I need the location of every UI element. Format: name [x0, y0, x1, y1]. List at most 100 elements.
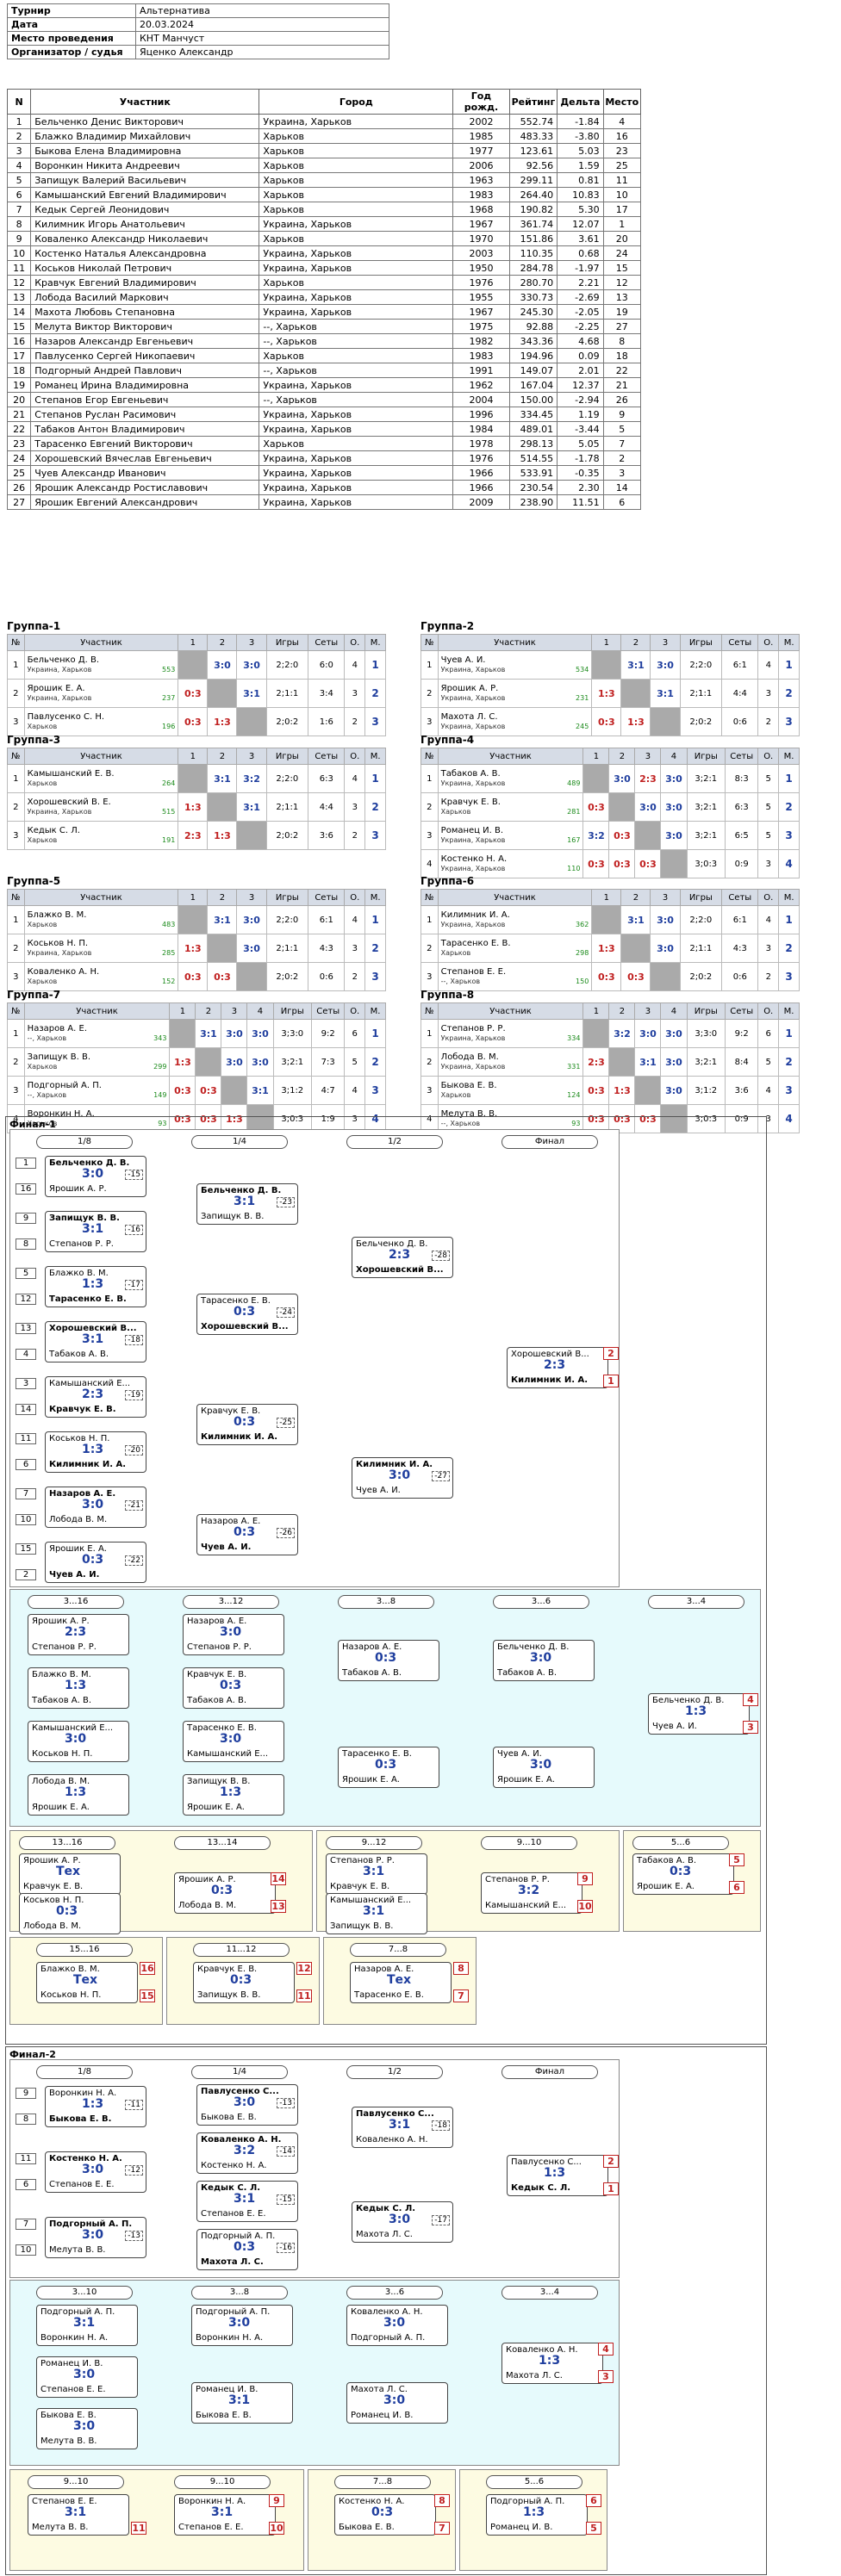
participant-name: Лобода В. М. — [440, 1052, 499, 1062]
group-sets: 8:4 — [725, 1047, 759, 1077]
group-row-number: 1 — [7, 650, 25, 680]
participants-cell: 299.11 — [508, 172, 558, 188]
participants-cell: 8 — [6, 216, 32, 232]
bracket-match: Коваленко А. Н. 1:3 Махота Л. С. — [501, 2343, 603, 2384]
group-place: 3 — [364, 1076, 386, 1105]
bracket-match: Коськов Н. П. 1:3 Килимник И. А. -20 — [45, 1431, 146, 1473]
participants-cell: Ярошик Александр Ростиславович — [30, 480, 260, 495]
participant-city: Украина, Харьков — [440, 779, 506, 787]
participants-cell: 284.78 — [508, 260, 558, 276]
participant-name: Павлусенко С. Н. — [27, 712, 105, 722]
group-score-cell: 0:3 — [582, 849, 610, 878]
group-row-number: 2 — [420, 1047, 439, 1077]
group-points: 6 — [344, 1019, 366, 1048]
participants-cell: 26 — [6, 480, 32, 495]
match-player-2: Махота Л. С. — [356, 2230, 413, 2239]
info-key: Дата — [7, 17, 136, 32]
match-number: -24 — [277, 1307, 295, 1318]
participants-cell: -0.35 — [557, 465, 604, 481]
group-score-cell: 3:2 — [608, 1019, 636, 1048]
group-row: 1 Табаков А. В. Украина, Харьков 489 3:0 2:3 3… — [420, 764, 800, 793]
match-score: 3:0 — [530, 1758, 552, 1772]
group-score-cell: 3:0 — [221, 1047, 248, 1077]
group-header: Игры — [679, 889, 723, 906]
group-row-number: 2 — [420, 792, 439, 822]
group-row: 4 Костенко Н. А. Украина, Харьков 110 0:3 0:3… — [420, 849, 800, 878]
participants-cell: Харьков — [259, 348, 454, 363]
participant-city: --, Харьков — [27, 1034, 67, 1042]
seed-number: 15 — [16, 1543, 36, 1555]
group-header: 1 — [178, 889, 209, 906]
group-score-cell: 3:0 — [634, 792, 662, 822]
participants-cell: 16 — [602, 128, 642, 144]
match-player-2: Ярошик Е. А. — [187, 1803, 245, 1812]
group-score-cell: 3:0 — [660, 1076, 688, 1105]
group-points: 2 — [344, 707, 366, 736]
match-player-2: Табаков А. В. — [187, 1696, 246, 1705]
group-header: Участник — [437, 1002, 584, 1020]
group-points: 4 — [344, 905, 366, 934]
final-place: 13 — [271, 1900, 286, 1913]
participant-rating: 334 — [567, 1034, 581, 1042]
participant-name: Махота Л. С. — [440, 712, 498, 722]
final-place: 9 — [577, 1872, 593, 1885]
participant-rating: 285 — [162, 949, 176, 957]
bracket-match: Кедык С. Л. 3:0 Махота Л. С. -17 — [352, 2201, 453, 2243]
match-player-2: Кедык С. Л. — [511, 2183, 571, 2193]
participant-city: Харьков — [27, 723, 58, 730]
group-score-cell: 0:3 — [634, 849, 662, 878]
group-table: Группа-3 № Участник 1 2 3 Игры Сеты О. М. 1 Камышан… — [7, 734, 386, 850]
participant-rating: 343 — [153, 1034, 167, 1042]
match-score: 3:1 — [234, 1195, 256, 1208]
participants-cell: Кедык Сергей Леонидович — [30, 202, 260, 217]
participant-city: Украина, Харьков — [27, 808, 92, 816]
participants-cell: 343.36 — [508, 333, 558, 349]
group-header: 2 — [620, 634, 651, 651]
participants-cell: 151.86 — [508, 231, 558, 246]
participants-cell: Харьков — [259, 172, 454, 188]
group-header: 1 — [178, 748, 209, 765]
group-header: 2 — [207, 889, 238, 906]
participants-cell: Степанов Руслан Расимович — [30, 407, 260, 422]
group-header: Игры — [265, 748, 309, 765]
group-header: О. — [757, 1002, 780, 1020]
info-row: Место проведения КНТ Манчуст — [7, 31, 389, 46]
participants-cell: Назаров Александр Евгеньевич — [30, 333, 260, 349]
group-participant: Махота Л. С. Украина, Харьков 245 — [437, 707, 593, 736]
participants-cell: 5.03 — [557, 143, 604, 158]
group-header: Участник — [437, 634, 593, 651]
group-score-cell: 0:3 — [608, 821, 636, 850]
table-row: 9 Коваленко Александр Николаевич Харьков 19… — [6, 231, 642, 246]
bracket-match: Кравчук Е. В. 0:3 Запищук В. В. — [193, 1962, 295, 2003]
bracket-match: Подгорный А. П. 0:3 Махота Л. С. -16 — [196, 2229, 298, 2270]
participants-cell: Украина, Харьков — [259, 216, 454, 232]
group-participant: Хорошевский В. Е. Украина, Харьков 515 — [23, 792, 179, 822]
group-sets: 6:1 — [721, 650, 759, 680]
participants-cell: 167.04 — [508, 377, 558, 393]
group-title: Группа-6 — [420, 875, 475, 887]
participants-cell: 483.33 — [508, 128, 558, 144]
participants-cell: 7 — [6, 202, 32, 217]
match-score: 3:1 — [234, 2192, 256, 2206]
bracket-match: Чуев А. И. 3:0 Ярошик Е. А. — [493, 1747, 595, 1788]
group-table: Группа-8 № Участник 1 2 3 4 Игры Сеты О. М. 1 Степан… — [420, 989, 800, 1133]
round-header: 13...16 — [19, 1836, 115, 1850]
match-score: 0:3 — [230, 1973, 252, 1987]
bracket-section: 9...12 9...10 Степанов Р. Р. 3:1 Кравчук Е. … — [316, 1830, 620, 1934]
participant-name: Камышанский Е. В. — [27, 769, 115, 779]
group-score-cell: 3:1 — [207, 905, 238, 934]
group-header: 2 — [620, 889, 651, 906]
round-header: 1/2 — [346, 1135, 443, 1149]
participants-cell: Харьков — [259, 202, 454, 217]
group-self-cell — [195, 1047, 222, 1077]
group-row-number: 1 — [420, 905, 439, 934]
participant-city: Харьков — [440, 949, 471, 957]
participants-cell: 12 — [6, 275, 32, 290]
participants-cell: 1975 — [452, 319, 510, 334]
info-key: Место проведения — [7, 31, 136, 46]
bracket-section: 7...8 Назаров А. Е. Тех Тарасенко Е. В. 8 7 — [323, 1937, 477, 2025]
group-header: М. — [778, 748, 800, 765]
group-points: 5 — [757, 1047, 780, 1077]
group-row-number: 2 — [7, 792, 25, 822]
participant-rating: 231 — [576, 694, 589, 702]
